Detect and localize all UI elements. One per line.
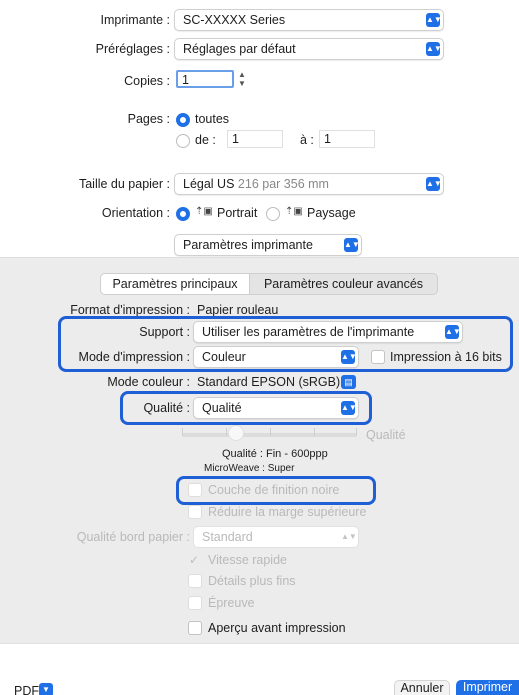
footer-divider: [0, 643, 519, 644]
pages-from-value: 1: [232, 132, 239, 146]
paper-edge-popup[interactable]: Standard ▲▼: [193, 526, 359, 548]
quality-detail: Qualité : Fin - 600ppp: [222, 448, 328, 460]
copies-stepper[interactable]: ▲ ▼: [236, 70, 248, 90]
pages-range-radio[interactable]: [176, 134, 190, 148]
tab-main-settings[interactable]: Paramètres principaux: [100, 273, 250, 295]
copies-label: Copies :: [124, 74, 170, 88]
pdf-label: PDF: [14, 684, 39, 695]
pages-from-label: de :: [195, 133, 216, 147]
microweave-detail: MicroWeave : Super: [204, 463, 295, 474]
cancel-label: Annuler: [400, 681, 444, 695]
proof-label: Épreuve: [208, 596, 255, 610]
portrait-radio[interactable]: [176, 207, 190, 221]
paper-size-value: Légal US: [183, 177, 235, 191]
high-speed-label: Vitesse rapide: [208, 553, 287, 567]
preview-checkbox[interactable]: [188, 621, 202, 635]
printer-label: Imprimante :: [100, 13, 170, 27]
pages-from-field[interactable]: 1: [227, 130, 283, 148]
chevron-updown-icon: ▲▼: [344, 238, 360, 252]
print-format-value: Papier rouleau: [197, 303, 279, 317]
printer-value: SC-XXXXX Series: [183, 13, 286, 27]
quality-slider-tick: [270, 428, 271, 436]
pages-to-label: à :: [300, 133, 314, 147]
print-format-label: Format d'impression :: [70, 303, 190, 317]
proof-checkbox[interactable]: [188, 596, 202, 610]
presets-label: Préréglages :: [95, 42, 170, 56]
reduce-top-margin-checkbox[interactable]: [188, 505, 202, 519]
pages-to-value: 1: [324, 132, 331, 146]
copies-field[interactable]: 1: [176, 70, 234, 88]
paper-size-popup[interactable]: Légal US 216 par 356 mm ▲▼: [174, 173, 444, 195]
presets-popup[interactable]: Réglages par défaut ▲▼: [174, 38, 444, 60]
color-mode-value: Standard EPSON (sRGB): [197, 375, 341, 389]
quality-slider-tick: [356, 428, 357, 436]
landscape-radio[interactable]: [266, 207, 280, 221]
copies-value: 1: [182, 73, 189, 87]
preview-label: Aperçu avant impression: [208, 621, 346, 635]
pages-to-field[interactable]: 1: [319, 130, 375, 148]
tab-color-label: Paramètres couleur avancés: [263, 277, 424, 291]
high-speed-checkmark-icon[interactable]: ✓: [189, 553, 199, 567]
quality-slider-tick: [182, 428, 183, 436]
chevron-updown-icon: ▲▼: [341, 532, 357, 541]
highlight-quality: [120, 391, 372, 425]
chevron-updown-icon: ▲▼: [426, 13, 442, 27]
chevron-updown-icon: ▲▼: [426, 177, 442, 191]
portrait-icon: ⇡▣: [195, 206, 213, 217]
quality-slider-knob[interactable]: [228, 425, 244, 441]
chevron-updown-icon: ▲▼: [426, 42, 442, 56]
print-button[interactable]: Imprimer: [456, 680, 519, 695]
section-popup[interactable]: Paramètres imprimante ▲▼: [174, 234, 362, 256]
pages-all-radio[interactable]: [176, 113, 190, 127]
quality-slider-label: Qualité: [366, 428, 406, 442]
presets-value: Réglages par défaut: [183, 42, 296, 56]
reduce-top-margin-label: Réduire la marge supérieure: [208, 505, 367, 519]
color-mode-label: Mode couleur :: [107, 375, 190, 389]
highlight-black-overcoat: [176, 476, 376, 505]
highlight-support-mode: [58, 316, 513, 372]
pages-label: Pages :: [127, 112, 170, 126]
landscape-icon: ⇡▣: [285, 206, 303, 217]
cancel-button[interactable]: Annuler: [394, 680, 450, 695]
print-label: Imprimer: [462, 680, 513, 694]
paper-edge-label: Qualité bord papier :: [76, 530, 190, 544]
quality-slider-tick: [314, 428, 315, 436]
pdf-menu-button[interactable]: ▼: [39, 683, 53, 695]
section-popup-value: Paramètres imprimante: [183, 238, 313, 252]
portrait-label: Portrait: [217, 206, 258, 220]
quality-slider-tick: [226, 428, 227, 436]
orientation-label: Orientation :: [101, 206, 170, 220]
paper-size-detail: 216 par 356 mm: [237, 177, 329, 191]
finest-detail-checkbox[interactable]: [188, 574, 202, 588]
paper-size-label: Taille du papier :: [78, 177, 170, 191]
paper-edge-value: Standard: [202, 530, 253, 544]
finest-detail-label: Détails plus fins: [208, 574, 296, 588]
printer-popup[interactable]: SC-XXXXX Series ▲▼: [174, 9, 444, 31]
color-settings-icon[interactable]: ▤: [341, 375, 356, 389]
pages-all-label: toutes: [195, 112, 230, 126]
tab-advanced-color[interactable]: Paramètres couleur avancés: [250, 273, 438, 295]
landscape-label: Paysage: [307, 206, 356, 220]
tab-main-label: Paramètres principaux: [112, 277, 238, 291]
